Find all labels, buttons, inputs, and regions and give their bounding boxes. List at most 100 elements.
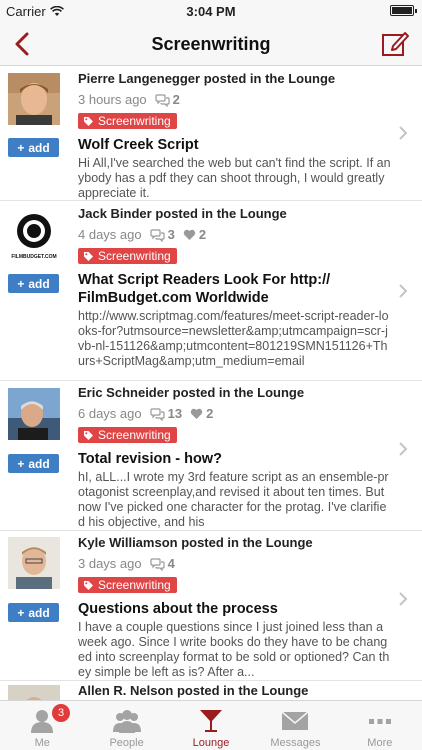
tag-icon [84,580,93,590]
heart-icon [190,408,203,419]
tab-messages[interactable]: Messages [253,701,337,750]
chevron-right-icon[interactable] [398,591,408,607]
tab-more[interactable]: More [338,701,422,750]
post-title: Questions about the process [78,600,278,617]
clock: 3:04 PM [186,4,236,19]
feed-post[interactable]: FILMBUDGET.COM + add Jack Binder posted … [0,201,422,381]
notification-badge: 3 [52,704,70,722]
tab-label: More [367,737,393,749]
tab-label: People [109,737,144,749]
comment-count-value: 13 [167,406,183,421]
comment-count: 13 [150,406,182,422]
tag-icon [84,251,93,261]
post-excerpt: http://www.scriptmag.com/features/meet-s… [78,308,389,368]
feed-post[interactable]: + add Pierre Langenegger posted in the L… [0,67,422,201]
post-time: 6 days ago [78,406,142,421]
add-friend-button[interactable]: + add [8,454,59,473]
post-title: What Script Readers Look For http:// Fil… [78,271,331,306]
post-body[interactable]: Jack Binder posted in the Lounge 4 days … [78,206,392,369]
plus-icon: + [17,140,25,155]
category-tag[interactable]: Screenwriting [78,248,177,264]
post-time: 4 days ago [78,227,142,242]
comment-count: 3 [150,227,175,243]
nav-bar: Screenwriting [0,22,422,66]
post-excerpt: Hi All,I've searched the web but can't f… [78,155,391,200]
comment-bubble-icon [150,228,165,242]
avatar[interactable] [8,73,60,125]
chevron-right-icon[interactable] [398,441,408,457]
comment-bubble-icon [155,93,170,107]
like-count-value: 2 [206,406,214,421]
tab-people[interactable]: People [84,701,168,750]
post-author: Kyle Williamson posted in the Lounge [78,535,313,550]
post-body[interactable]: Eric Schneider posted in the Lounge 6 da… [78,385,392,545]
tab-me[interactable]: 3 Me [0,701,84,750]
tag-label: Screenwriting [98,249,171,263]
avatar-logo-text: FILMBUDGET.COM [11,254,56,260]
chevron-right-icon[interactable] [398,283,408,299]
add-friend-button[interactable]: + add [8,603,59,622]
tag-label: Screenwriting [98,114,171,128]
post-author: Eric Schneider posted in the Lounge [78,385,305,400]
add-label: add [28,140,50,155]
tab-label: Me [34,737,50,749]
avatar[interactable] [8,537,60,589]
feed-post[interactable]: + add Kyle Williamson posted in the Loun… [0,531,422,681]
add-label: add [28,605,50,620]
chevron-right-icon[interactable] [398,125,408,141]
tab-lounge[interactable]: Lounge [169,701,253,750]
add-friend-button[interactable]: + add [8,274,59,293]
comment-count-value: 4 [167,556,175,571]
post-title: Total revision - how? [78,450,222,467]
post-author: Allen R. Nelson posted in the Lounge [78,683,309,698]
category-tag[interactable]: Screenwriting [78,577,177,593]
page-title: Screenwriting [151,34,271,54]
post-excerpt: I have a couple questions since I just j… [78,619,390,679]
feed-post[interactable]: + add Eric Schneider posted in the Loung… [0,381,422,531]
add-label: add [28,276,50,291]
post-time: 3 days ago [78,556,142,571]
comment-bubble-icon [150,407,165,421]
avatar[interactable] [8,685,60,700]
tab-label: Lounge [192,737,230,749]
category-tag[interactable]: Screenwriting [78,113,177,129]
plus-icon: + [17,605,25,620]
tag-label: Screenwriting [98,578,171,592]
more-dots-icon [368,719,391,724]
plus-icon: + [17,456,25,471]
tab-label: Messages [270,737,321,749]
envelope-icon [281,711,309,730]
comment-count-value: 3 [167,227,175,242]
avatar[interactable] [8,388,60,440]
post-author: Pierre Langenegger posted in the Lounge [78,71,336,86]
add-label: add [28,456,50,471]
like-count-value: 2 [198,227,207,242]
post-author: Jack Binder posted in the Lounge [78,206,287,221]
tab-bar: 3 Me People Lounge Messages More [0,700,422,750]
cocktail-icon [200,710,223,732]
tag-icon [84,116,93,126]
feed-post[interactable]: Allen R. Nelson posted in the Lounge [0,681,422,700]
category-tag[interactable]: Screenwriting [78,427,177,443]
tag-icon [84,430,93,440]
add-friend-button[interactable]: + add [8,138,59,157]
avatar[interactable]: FILMBUDGET.COM [8,209,60,261]
post-title: Wolf Creek Script [78,136,199,153]
compose-icon[interactable] [380,29,410,59]
post-body[interactable]: Allen R. Nelson posted in the Lounge [78,683,392,699]
post-meta: 6 days ago 13 2 [78,406,392,422]
like-count: 2 [183,227,206,243]
lounge-feed[interactable]: + add Pierre Langenegger posted in the L… [0,67,422,700]
comment-bubble-icon [150,557,165,571]
post-meta: 4 days ago 3 2 [78,227,392,243]
post-body[interactable]: Pierre Langenegger posted in the Lounge … [78,71,392,201]
people-icon [112,710,141,733]
post-time: 3 hours ago [78,92,147,107]
battery-icon [390,5,417,16]
tag-label: Screenwriting [98,428,171,442]
comment-count-value: 2 [172,92,180,107]
plus-icon: + [17,276,25,291]
post-body[interactable]: Kyle Williamson posted in the Lounge 3 d… [78,535,392,680]
comment-count: 4 [150,556,175,572]
status-bar: Carrier 3:04 PM [0,0,422,22]
